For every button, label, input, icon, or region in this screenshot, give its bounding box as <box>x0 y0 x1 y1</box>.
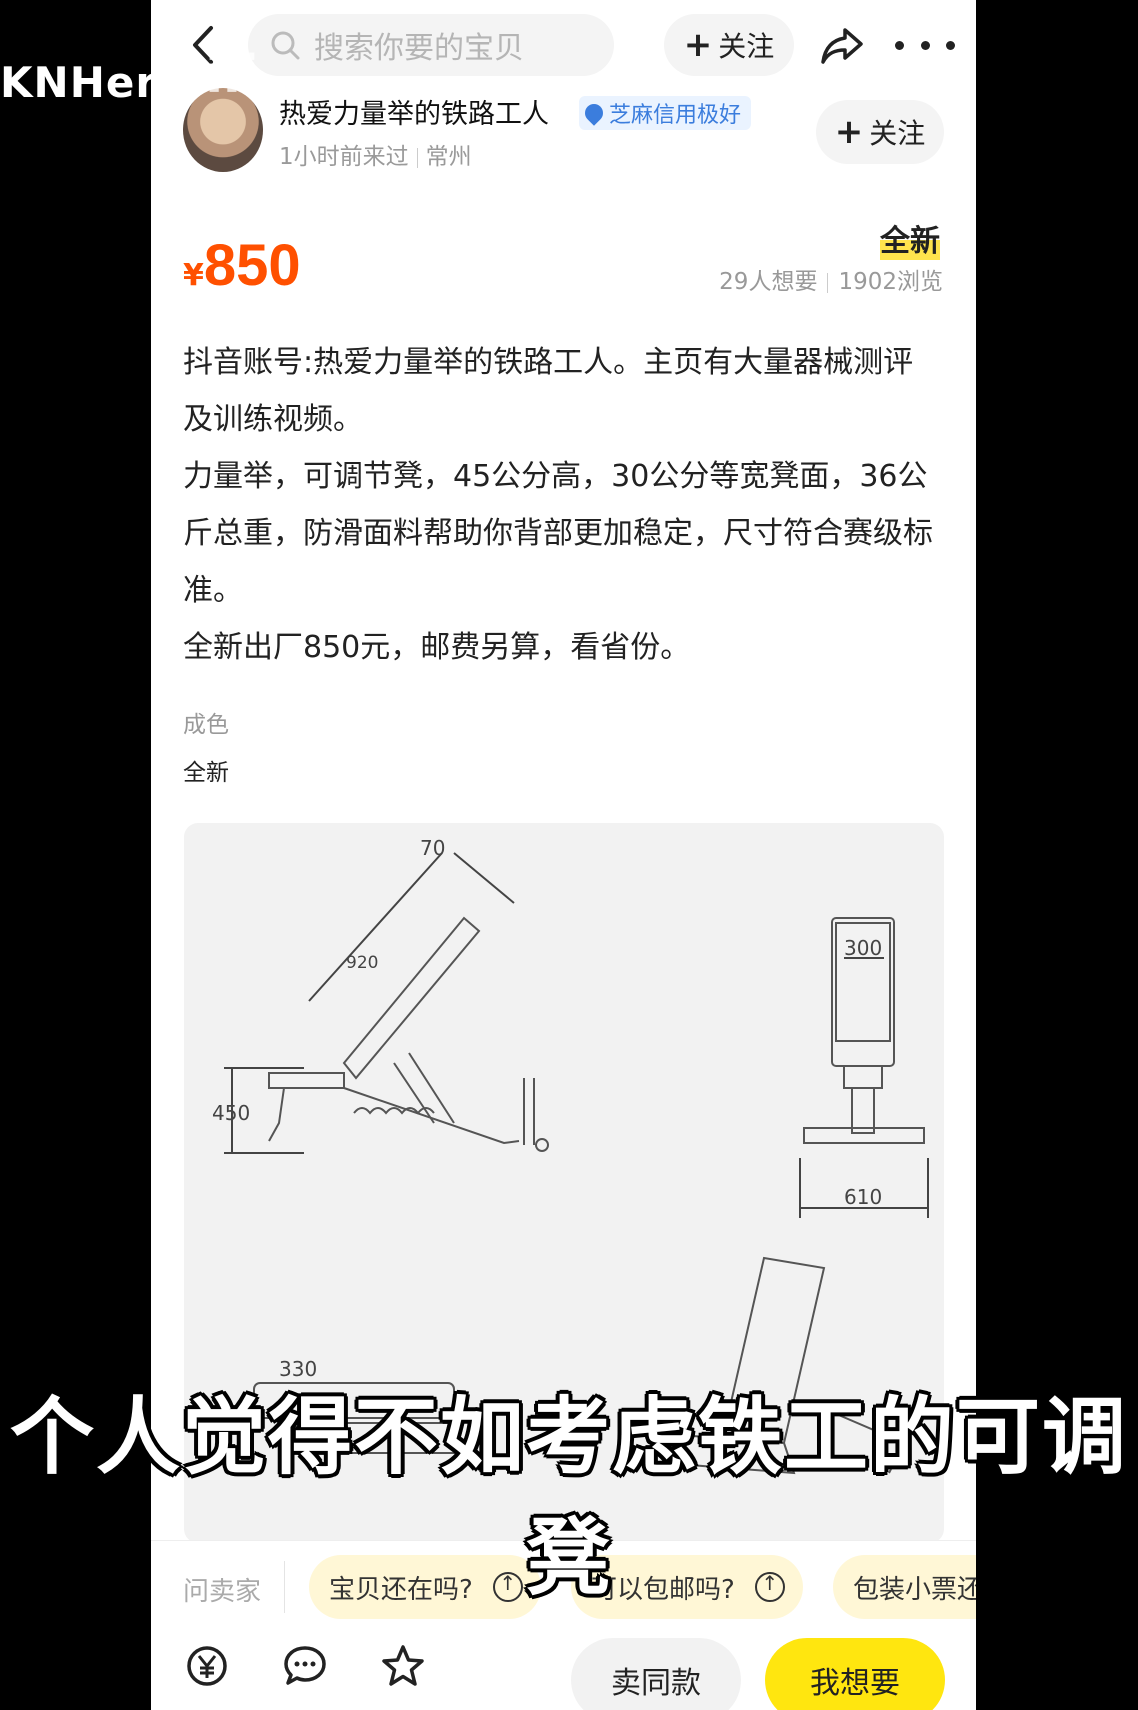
description-line: 抖音账号:热爱力量举的铁路工人。主页有大量器械测评及训练视频。 <box>183 345 914 437</box>
credit-drop-icon <box>581 100 607 126</box>
want-count: 29人想要 <box>719 269 818 295</box>
search-input[interactable]: 搜索你要的宝贝 <box>248 14 614 76</box>
share-icon[interactable] <box>817 20 867 70</box>
condition-badge: 全新 <box>880 216 940 260</box>
condition-label: 成色 <box>183 712 229 738</box>
price-symbol: ¥ <box>183 258 204 293</box>
bilibili-logo: bili <box>168 45 259 105</box>
seller-name[interactable]: 热爱力量举的铁路工人 <box>279 92 549 131</box>
dim-seat-width-label: 300 <box>844 936 882 960</box>
dim-backrest-label: 920 <box>346 953 378 973</box>
credit-badge[interactable]: 芝麻信用极好 <box>579 96 752 130</box>
bottom-action-bar: 卖同款 我想要 <box>151 1632 976 1710</box>
view-count: 1902浏览 <box>838 269 943 295</box>
want-button[interactable]: 我想要 <box>765 1638 945 1710</box>
star-icon[interactable] <box>379 1642 427 1690</box>
plus-icon: + <box>834 112 864 152</box>
search-placeholder: 搜索你要的宝贝 <box>314 31 524 66</box>
more-icon[interactable] <box>895 22 955 68</box>
follow-seller-label: 关注 <box>869 117 926 150</box>
follow-label: 关注 <box>718 30 775 63</box>
chat-bubble-icon[interactable] <box>281 1642 329 1690</box>
price-value: 850 <box>203 233 301 298</box>
description-line: 力量举，可调节凳，45公分高，30公分等宽凳面，36公斤总重，防滑面料帮助你背部… <box>183 459 933 608</box>
sell-same-button[interactable]: 卖同款 <box>571 1638 741 1710</box>
credit-label: 芝麻信用极好 <box>609 103 742 128</box>
dim-height-label: 450 <box>212 1101 250 1125</box>
follow-button-top[interactable]: + 关注 <box>664 14 794 76</box>
yuan-circle-icon[interactable] <box>183 1642 231 1690</box>
video-subtitle: 个人觉得不如考虑铁工的可调凳 <box>9 1388 1128 1607</box>
seller-meta: 1小时前来过 常州 <box>279 137 472 171</box>
last-seen: 1小时前来过 <box>279 144 409 170</box>
plus-icon: + <box>683 25 713 65</box>
dim-base-width-label: 610 <box>844 1185 882 1209</box>
top-bar: 搜索你要的宝贝 + 关注 <box>151 0 976 92</box>
follow-seller-button[interactable]: + 关注 <box>816 100 944 164</box>
listing-stats: 29人想要 1902浏览 <box>719 262 943 296</box>
description: 抖音账号:热爱力量举的铁路工人。主页有大量器械测评及训练视频。 力量举，可调节凳… <box>183 334 943 676</box>
condition-value: 全新 <box>183 760 229 786</box>
price: ¥850 <box>183 232 301 299</box>
description-line: 全新出厂850元，邮费另算，看省份。 <box>183 630 691 665</box>
dim-top-label: 70 <box>420 836 445 860</box>
channel-watermark: KNHer <box>0 58 158 107</box>
search-icon <box>271 31 300 60</box>
seller-location: 常州 <box>425 144 472 170</box>
